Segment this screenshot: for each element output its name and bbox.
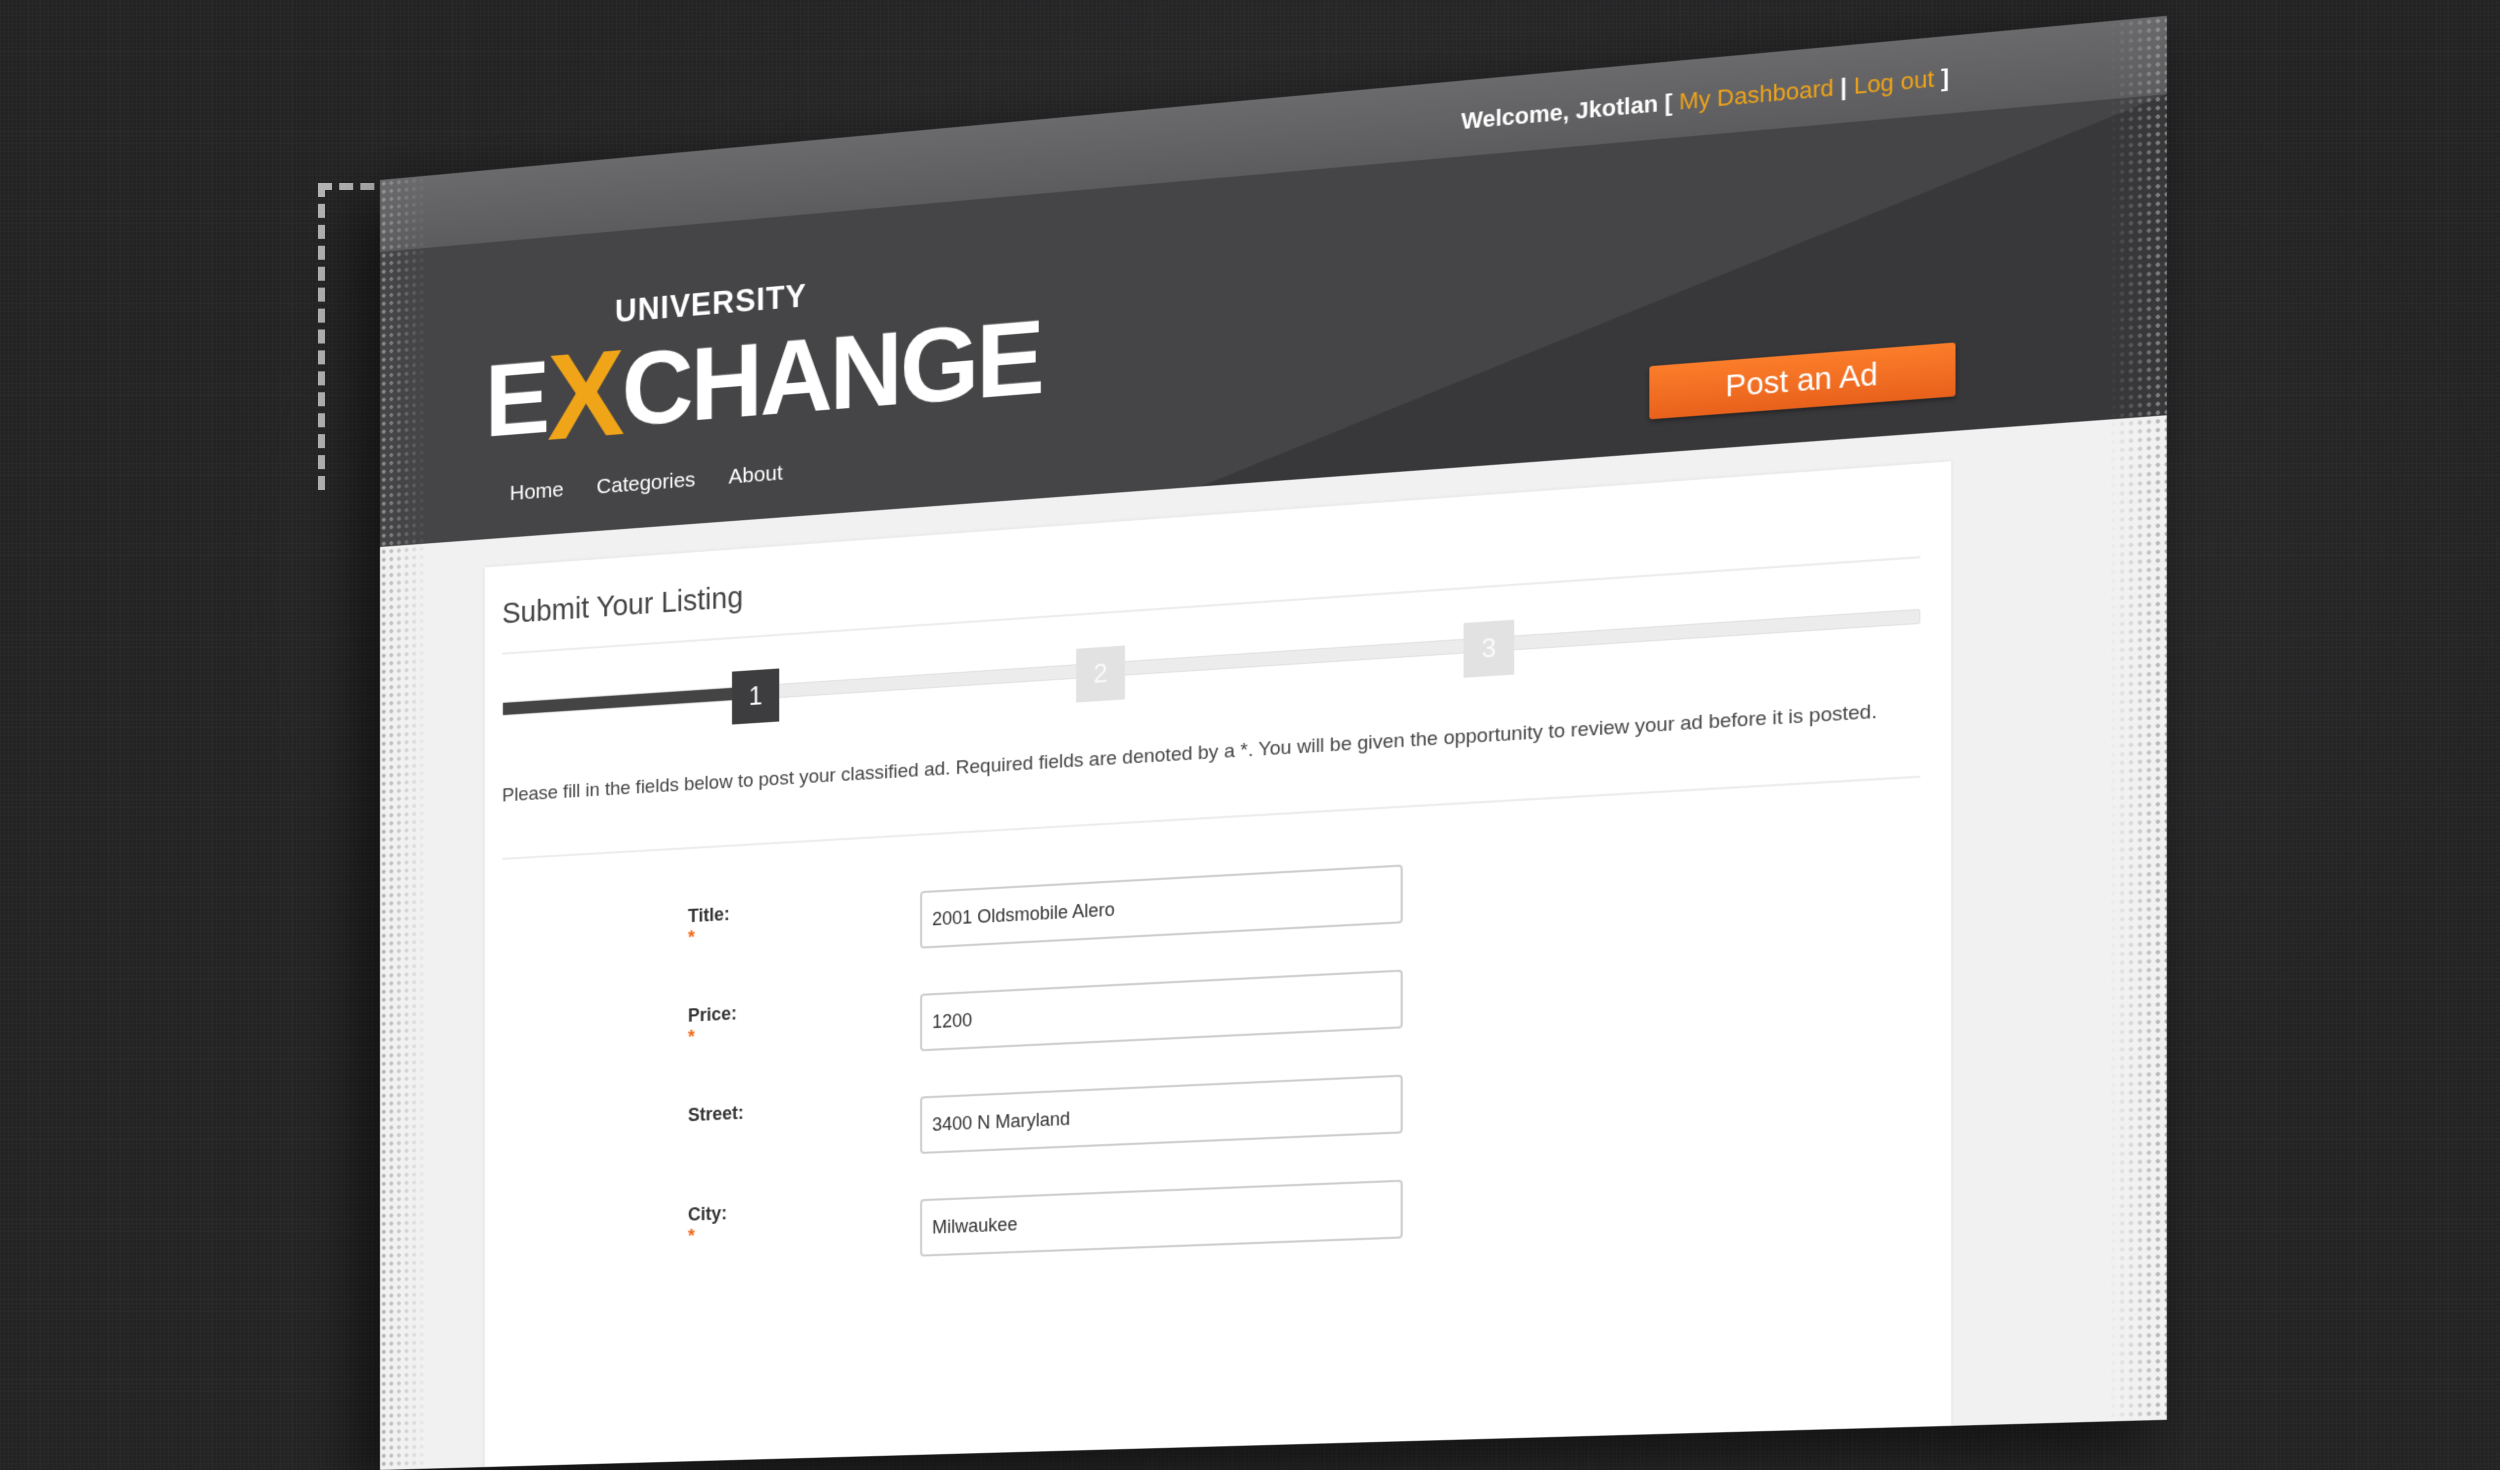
street-label: Street:	[687, 1102, 744, 1126]
title-label: Title: *	[687, 903, 730, 948]
halftone-edge-right	[2108, 15, 2167, 1422]
logo-letters-change: CHANGE	[621, 297, 1042, 449]
city-input[interactable]	[920, 1179, 1403, 1257]
listing-form-panel: Submit Your Listing 1 2 3 Please fill in…	[484, 461, 1952, 1468]
logo-x-mark: X	[547, 324, 622, 467]
halftone-edge-left	[380, 175, 430, 1470]
title-input[interactable]	[920, 864, 1403, 949]
price-label: Price: *	[687, 1003, 737, 1048]
bracket-open: [	[1664, 88, 1673, 117]
log-out-link[interactable]: Log out	[1854, 65, 1934, 99]
form-title: Submit Your Listing	[502, 581, 744, 631]
step-1: 1	[732, 668, 780, 725]
street-input[interactable]	[920, 1074, 1403, 1154]
nav-categories[interactable]: Categories	[597, 468, 696, 500]
required-marker: *	[687, 1225, 695, 1247]
content-area: Submit Your Listing 1 2 3 Please fill in…	[380, 415, 2167, 1470]
step-2: 2	[1076, 645, 1125, 703]
bracket-close: ]	[1940, 63, 1949, 92]
step-3: 3	[1463, 619, 1515, 678]
progress-track	[502, 608, 1921, 717]
nav-about[interactable]: About	[729, 461, 783, 490]
link-separator: |	[1840, 73, 1848, 101]
city-label: City: *	[687, 1202, 728, 1247]
browser-page: Welcome, Jkotlan [ My Dashboard | Log ou…	[380, 15, 2167, 1470]
logo-letter-e: E	[484, 339, 548, 459]
required-marker: *	[687, 1026, 695, 1048]
nav-home[interactable]: Home	[510, 478, 564, 506]
main-nav: Home Categories About	[510, 461, 783, 506]
price-input[interactable]	[920, 969, 1403, 1052]
progress-fill	[503, 686, 758, 715]
perspective-stage: Welcome, Jkotlan [ My Dashboard | Log ou…	[380, 15, 2167, 1470]
welcome-text: Welcome, Jkotlan	[1461, 90, 1658, 135]
my-dashboard-link[interactable]: My Dashboard	[1679, 74, 1834, 115]
logo-exchange-text: EXCHANGE	[484, 289, 1042, 466]
required-marker: *	[687, 926, 695, 948]
